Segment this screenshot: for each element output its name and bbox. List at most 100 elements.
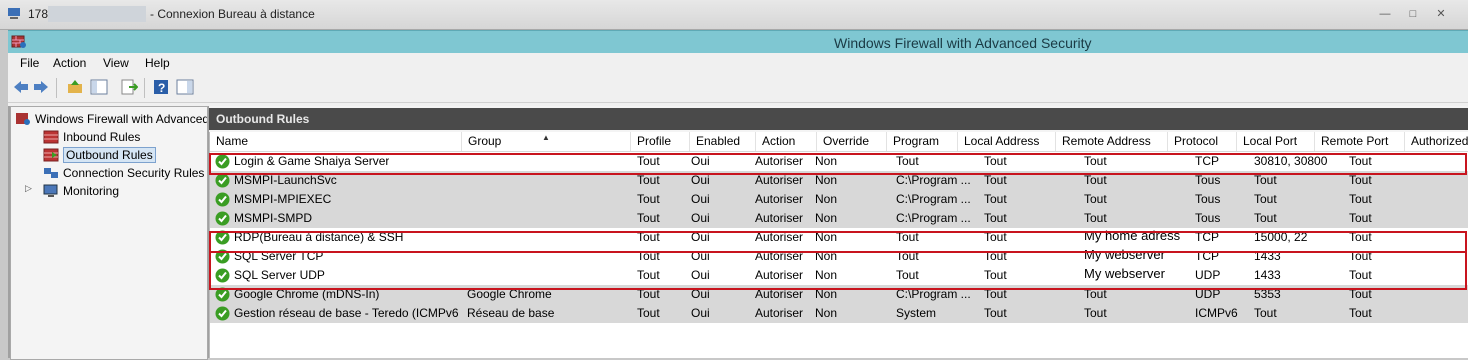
- pane-title: Outbound Rules: [216, 112, 310, 126]
- cell-local-address: Tout: [984, 211, 1007, 225]
- svg-text:?: ?: [158, 81, 165, 95]
- rules-pane: Outbound Rules Name Group Profile Enable…: [209, 106, 1468, 358]
- enabled-check-icon: [215, 173, 230, 188]
- column-header-remote-port[interactable]: Remote Port: [1315, 132, 1405, 151]
- cell-remote-port: Tout: [1349, 249, 1372, 263]
- cell-name: SQL Server UDP: [234, 268, 325, 282]
- column-header-profile[interactable]: Profile: [631, 132, 690, 151]
- forward-arrow-icon[interactable]: [32, 78, 50, 96]
- cell-profile: Tout: [637, 154, 660, 168]
- column-header-name[interactable]: Name: [210, 132, 462, 151]
- cell-remote-port: Tout: [1349, 173, 1372, 187]
- cell-profile: Tout: [637, 249, 660, 263]
- cell-enabled: Oui: [691, 268, 710, 282]
- cell-local-address: Tout: [984, 306, 1007, 320]
- cell-local-address: Tout: [984, 230, 1007, 244]
- cell-action: Autoriser: [755, 173, 804, 187]
- enabled-check-icon: [215, 192, 230, 207]
- cell-local-address: Tout: [984, 268, 1007, 282]
- cell-name: MSMPI-SMPD: [234, 211, 312, 225]
- cell-name: SQL Server TCP: [234, 249, 324, 263]
- cell-protocol: UDP: [1195, 287, 1221, 301]
- toolbar-separator: [56, 78, 57, 98]
- menu-view[interactable]: View: [103, 56, 129, 70]
- cell-override: Non: [815, 230, 838, 244]
- table-row[interactable]: SQL Server TCP Tout Oui Autoriser Non Tout Tou…: [210, 247, 1468, 266]
- cell-local-port: Tout: [1254, 306, 1277, 320]
- column-header-local-address[interactable]: Local Address: [958, 132, 1056, 151]
- cell-protocol: Tous: [1195, 192, 1221, 206]
- back-arrow-icon[interactable]: [12, 78, 30, 96]
- minimize-icon[interactable]: —: [1374, 8, 1396, 22]
- cell-action: Autoriser: [755, 211, 804, 225]
- menu-action[interactable]: Action: [53, 56, 86, 70]
- cell-program: System: [896, 306, 937, 320]
- column-header-enabled[interactable]: Enabled: [690, 132, 756, 151]
- table-row[interactable]: Login & Game Shaiya Server Tout Oui Autoris…: [210, 152, 1468, 171]
- enabled-check-icon: [215, 249, 230, 264]
- cell-protocol: Tous: [1195, 173, 1221, 187]
- cell-profile: Tout: [637, 287, 660, 301]
- cell-local-port: 1433: [1254, 268, 1281, 282]
- cell-action: Autoriser: [755, 287, 804, 301]
- window-title-bar: Windows Firewall with Advanced Security: [8, 30, 1468, 53]
- maximize-icon[interactable]: □: [1402, 8, 1424, 22]
- cell-action: Autoriser: [755, 154, 804, 168]
- cell-override: Non: [815, 306, 838, 320]
- cell-name: Gestion réseau de base - Teredo (ICMPv6.…: [234, 306, 459, 320]
- cell-local-port: Tout: [1254, 211, 1277, 225]
- cell-remote-port: Tout: [1349, 268, 1372, 282]
- table-row[interactable]: MSMPI-LaunchSvc Tout Oui Autoriser Non C:\Pro…: [210, 171, 1468, 190]
- cell-protocol: TCP: [1195, 249, 1219, 263]
- expand-arrow-icon[interactable]: ▷: [25, 183, 32, 194]
- column-header-protocol[interactable]: Protocol: [1168, 132, 1237, 151]
- cell-enabled: Oui: [691, 230, 710, 244]
- cell-profile: Tout: [637, 268, 660, 282]
- menu-help[interactable]: Help: [145, 56, 170, 70]
- window-title: Windows Firewall with Advanced Security: [834, 35, 1092, 51]
- cell-enabled: Oui: [691, 211, 710, 225]
- column-header-program[interactable]: Program: [887, 132, 958, 151]
- column-header-remote-address[interactable]: Remote Address: [1056, 132, 1168, 151]
- table-row[interactable]: RDP(Bureau à distance) & SSH Tout Oui Autor…: [210, 228, 1468, 247]
- cell-program: C:\Program ...: [896, 173, 971, 187]
- column-header-local-port[interactable]: Local Port: [1237, 132, 1315, 151]
- cell-local-address: Tout: [984, 249, 1007, 263]
- cell-remote-address: My webserver: [1084, 247, 1165, 262]
- cell-action: Autoriser: [755, 268, 804, 282]
- table-row[interactable]: MSMPI-MPIEXEC Tout Oui Autoriser Non C:\Progr…: [210, 190, 1468, 209]
- table-row[interactable]: SQL Server UDP Tout Oui Autoriser Non Tout Tou…: [210, 266, 1468, 285]
- tree-root-label: Windows Firewall with Advanced Security: [35, 112, 208, 126]
- cell-local-port: 5353: [1254, 287, 1281, 301]
- column-header-override[interactable]: Override: [817, 132, 887, 151]
- enabled-check-icon: [215, 287, 230, 302]
- cell-profile: Tout: [637, 306, 660, 320]
- cell-override: Non: [815, 192, 838, 206]
- cell-program: Tout: [896, 230, 919, 244]
- table-header: Name Group Profile Enabled Action Overri…: [210, 132, 1468, 152]
- column-header-authorized[interactable]: Authorized: [1405, 132, 1468, 151]
- table-row[interactable]: MSMPI-SMPD Tout Oui Autoriser Non C:\Program …: [210, 209, 1468, 228]
- cell-enabled: Oui: [691, 249, 710, 263]
- enabled-check-icon: [215, 306, 230, 321]
- show-hide-tree-icon[interactable]: [90, 78, 108, 96]
- cell-enabled: Oui: [691, 192, 710, 206]
- column-header-action[interactable]: Action: [756, 132, 817, 151]
- table-row[interactable]: Gestion réseau de base - Teredo (ICMPv6.…: [210, 304, 1468, 323]
- help-icon[interactable]: ?: [152, 78, 170, 96]
- menu-file[interactable]: File: [20, 56, 39, 70]
- show-hide-action-pane-icon[interactable]: [176, 78, 194, 96]
- table-row[interactable]: Google Chrome (mDNS-In) Google Chrome Tout…: [210, 285, 1468, 304]
- cell-program: C:\Program ...: [896, 211, 971, 225]
- rdp-window-controls: — □ ✕: [1368, 6, 1458, 22]
- sort-ascending-icon: ▲: [542, 133, 550, 142]
- cell-enabled: Oui: [691, 287, 710, 301]
- export-list-icon[interactable]: [120, 78, 138, 96]
- cell-remote-port: Tout: [1349, 287, 1372, 301]
- cell-protocol: Tous: [1195, 211, 1221, 225]
- cell-override: Non: [815, 249, 838, 263]
- up-folder-icon[interactable]: [66, 78, 84, 96]
- close-icon[interactable]: ✕: [1430, 7, 1452, 21]
- cell-remote-address: My webserver: [1084, 266, 1165, 281]
- cell-action: Autoriser: [755, 230, 804, 244]
